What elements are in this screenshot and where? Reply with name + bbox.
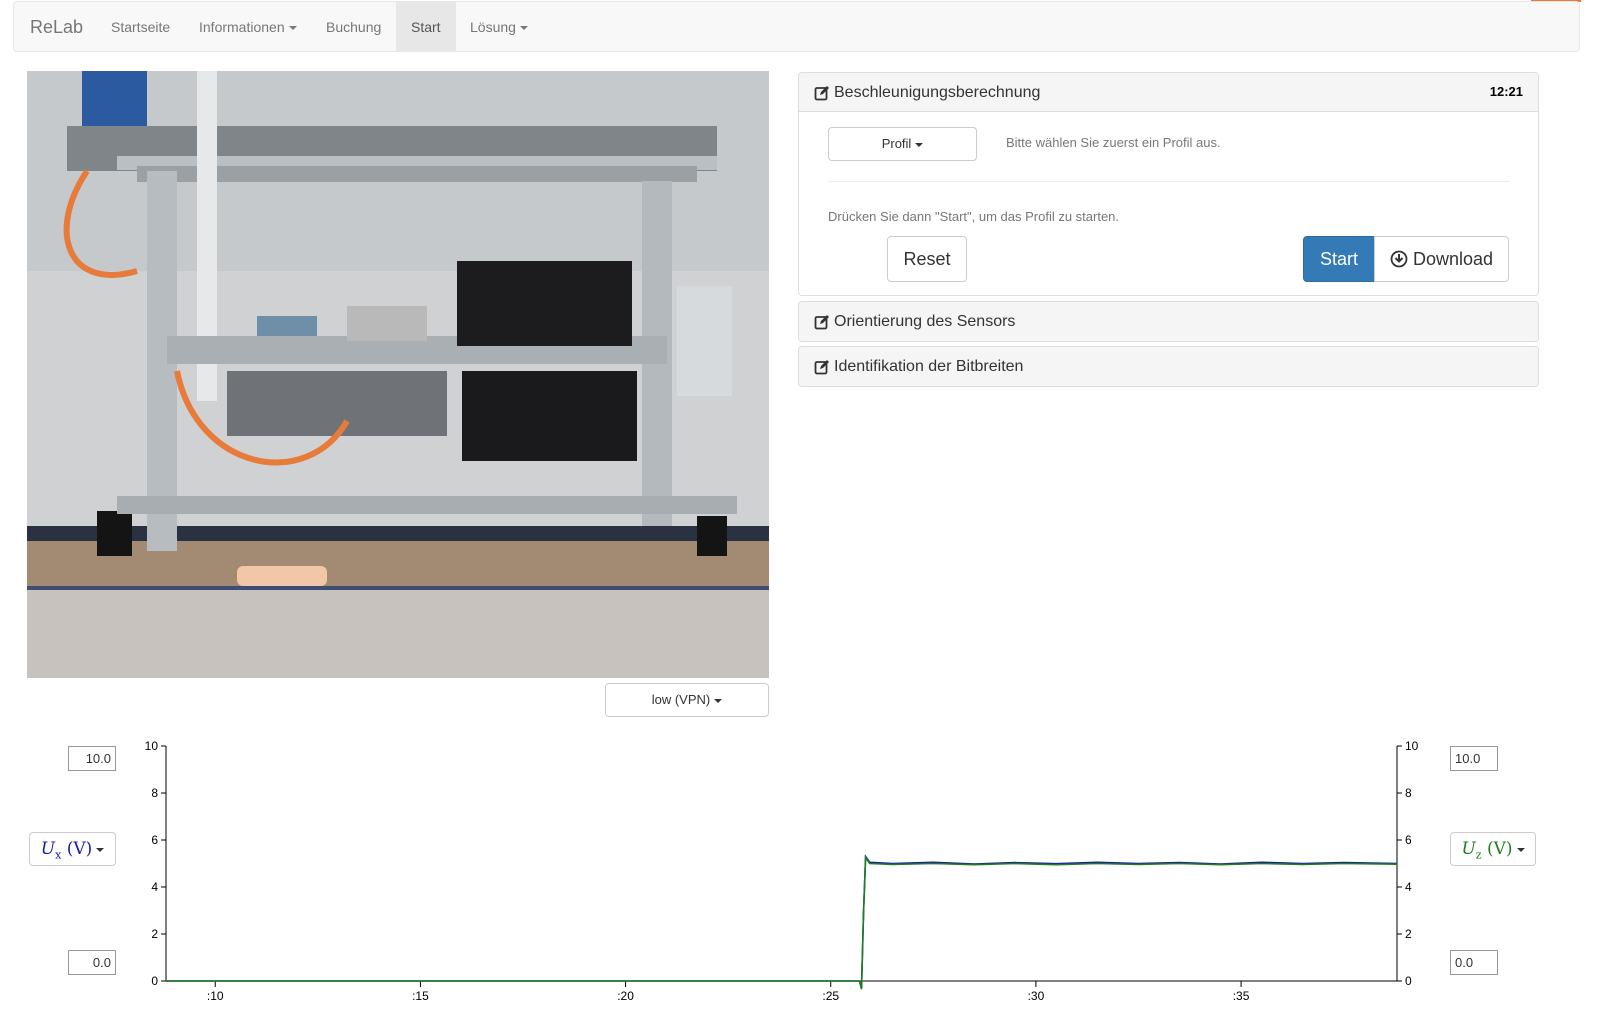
caret-down-icon — [714, 698, 723, 703]
left-y-tick-label: 8 — [151, 786, 158, 800]
signal-subscript: z — [1475, 848, 1482, 862]
left-axis-min-input[interactable]: 0.0 — [68, 950, 116, 975]
caret-down-icon — [288, 26, 297, 31]
panel-title: Orientierung des Sensors — [814, 313, 1015, 331]
nav-label: Lösung — [470, 19, 516, 35]
series-line-right — [166, 855, 1398, 990]
nav-label: Start — [411, 19, 441, 35]
stream-quality-dropdown[interactable]: low (VPN) — [605, 683, 769, 717]
x-tick-label: :15 — [412, 989, 429, 1003]
right-signal-dropdown[interactable]: Uz (V) — [1450, 832, 1536, 866]
stream-quality-label: low (VPN) — [651, 692, 711, 707]
x-tick-label: :10 — [207, 989, 224, 1003]
signal-unit: (V) — [1486, 839, 1513, 859]
signal-subscript: x — [55, 848, 62, 862]
nav-label: Informationen — [199, 19, 285, 35]
panel-bitwidth: Identifikation der Bitbreiten — [798, 346, 1539, 387]
nav-start[interactable]: Start — [396, 2, 456, 51]
nav-informationen-dropdown[interactable]: Informationen — [184, 2, 312, 51]
x-tick-label: :25 — [822, 989, 839, 1003]
reset-button[interactable]: Reset — [887, 236, 967, 282]
right-y-tick-label: 10 — [1405, 739, 1419, 753]
signal-symbol: U — [40, 839, 56, 859]
series-line-left — [166, 854, 1398, 989]
signal-unit: (V) — [66, 839, 93, 859]
download-label: Download — [1412, 249, 1494, 269]
edit-icon — [814, 360, 829, 375]
panel-title: Identifikation der Bitbreiten — [814, 358, 1023, 376]
left-y-tick-label: 0 — [151, 974, 158, 988]
nav-label: Buchung — [326, 19, 382, 35]
panel-orientation-heading[interactable]: Orientierung des Sensors — [799, 302, 1538, 341]
hint-start-profile: Drücken Sie dann "Start", um das Profil … — [828, 209, 1120, 224]
right-axis-max-input[interactable]: 10.0 — [1450, 746, 1498, 771]
right-y-tick-label: 8 — [1405, 786, 1412, 800]
start-button[interactable]: Start — [1303, 236, 1375, 282]
panel-orientation: Orientierung des Sensors — [798, 301, 1539, 342]
signal-symbol: U — [1461, 839, 1476, 859]
nav-label: Startseite — [111, 19, 171, 35]
left-y-tick-label: 6 — [151, 833, 158, 847]
caret-down-icon — [519, 26, 528, 31]
brand-logo[interactable]: ReLab — [30, 17, 83, 38]
panel-acceleration-title: Beschleunigungsberechnung — [834, 84, 1041, 101]
left-y-tick-label: 4 — [151, 880, 158, 894]
right-y-tick-label: 0 — [1405, 974, 1412, 988]
x-tick-label: :35 — [1233, 989, 1250, 1003]
panel-orientation-title: Orientierung des Sensors — [834, 313, 1016, 330]
left-y-tick-label: 10 — [145, 739, 159, 753]
caret-down-icon — [1516, 847, 1525, 852]
left-signal-dropdown[interactable]: Ux (V) — [29, 832, 116, 866]
top-navbar: ReLab Startseite Informationen Buchung S… — [13, 1, 1580, 52]
profile-dropdown[interactable]: Profil — [828, 127, 977, 161]
panel-acceleration: Beschleunigungsberechnung 12:21 Profil B… — [798, 72, 1539, 296]
panel-title: Beschleunigungsberechnung — [814, 84, 1040, 102]
download-button[interactable]: Download — [1374, 236, 1509, 282]
nav-loesung-dropdown[interactable]: Lösung — [455, 2, 543, 51]
x-tick-label: :20 — [617, 989, 634, 1003]
edit-icon — [814, 315, 829, 330]
panel-bitwidth-heading[interactable]: Identifikation der Bitbreiten — [799, 347, 1538, 386]
edit-icon — [814, 86, 829, 101]
hint-select-profile: Bitte wählen Sie zuerst ein Profil aus. — [1006, 135, 1221, 150]
x-tick-label: :30 — [1028, 989, 1045, 1003]
camera-frame-image — [27, 71, 769, 678]
start-label: Start — [1319, 249, 1358, 269]
camera-stream — [27, 71, 769, 678]
caret-down-icon — [96, 847, 105, 852]
divider — [828, 181, 1510, 182]
download-circle-icon — [1390, 250, 1408, 268]
session-timer: 12:21 — [1489, 84, 1523, 99]
profile-dropdown-label: Profil — [881, 136, 912, 151]
caret-down-icon — [915, 142, 924, 147]
nav-startseite[interactable]: Startseite — [96, 2, 185, 51]
nav-buchung[interactable]: Buchung — [311, 2, 396, 51]
right-axis-min-input[interactable]: 0.0 — [1450, 950, 1498, 975]
right-y-tick-label: 6 — [1405, 833, 1412, 847]
left-y-tick-label: 2 — [151, 927, 158, 941]
panel-acceleration-heading[interactable]: Beschleunigungsberechnung 12:21 — [799, 73, 1538, 112]
right-y-tick-label: 2 — [1405, 927, 1412, 941]
panel-bitwidth-title: Identifikation der Bitbreiten — [834, 358, 1024, 375]
right-y-tick-label: 4 — [1405, 880, 1412, 894]
left-axis-max-input[interactable]: 10.0 — [68, 746, 116, 771]
reset-label: Reset — [903, 249, 951, 269]
